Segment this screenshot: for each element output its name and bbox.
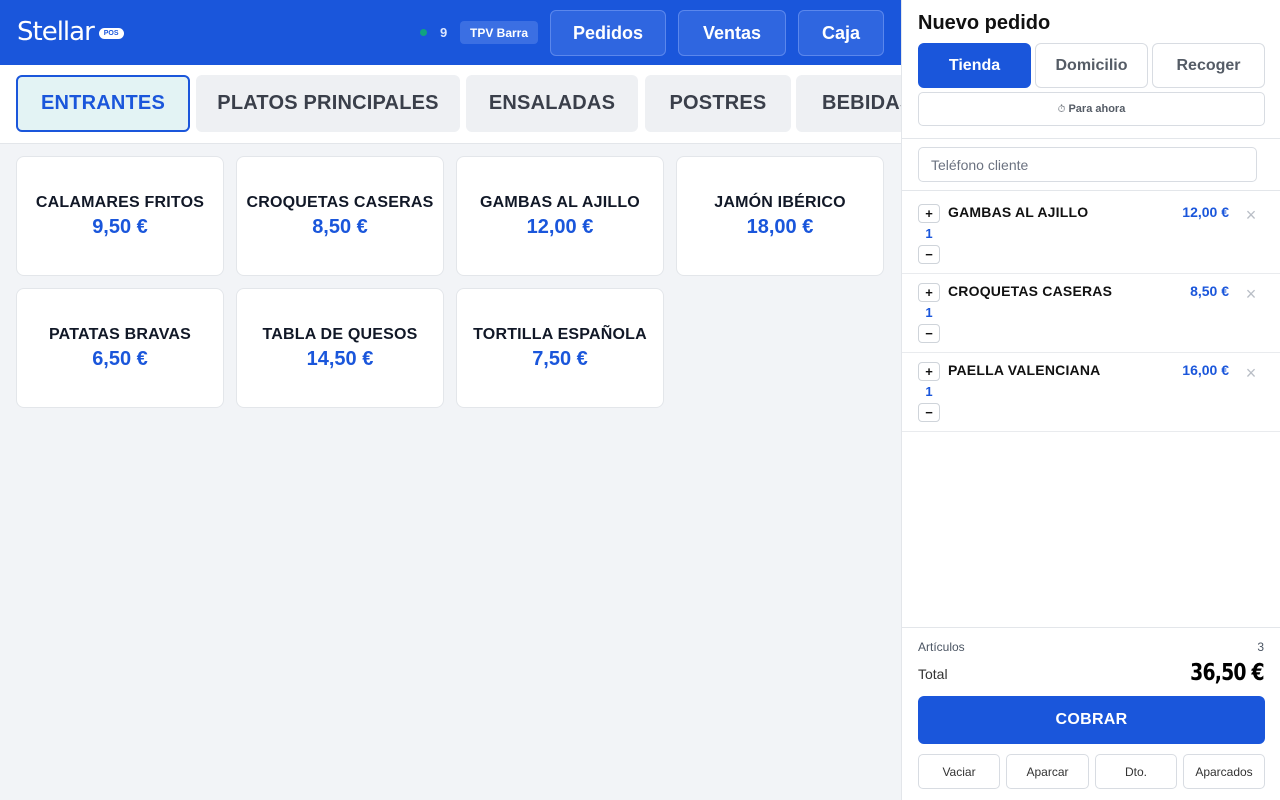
connection-status-dot (420, 29, 427, 36)
order-panel: Nuevo pedido Tienda Domicilio Recoger ⏱ … (901, 0, 1280, 800)
product-name: TABLA DE QUESOS (262, 325, 418, 343)
remove-item-icon[interactable]: × (1243, 284, 1259, 304)
divider (902, 190, 1280, 191)
category-tab-postres[interactable]: POSTRES (645, 75, 791, 132)
product-name: JAMÓN IBÉRICO (714, 193, 846, 211)
item-price: 12,00 € (1182, 204, 1229, 220)
parked-orders-button[interactable]: Aparcados (1183, 754, 1265, 789)
nav-caja-button[interactable]: Caja (798, 10, 884, 56)
order-count: 9 (440, 25, 448, 40)
qty-value: 1 (925, 305, 933, 320)
qty-value: 1 (925, 384, 933, 399)
divider (902, 627, 1280, 628)
product-card[interactable]: TABLA DE QUESOS 14,50 € (236, 288, 444, 408)
schedule-button[interactable]: ⏱ Para ahora (918, 92, 1265, 126)
logo-text: Stellar (17, 17, 95, 47)
item-price: 16,00 € (1182, 362, 1229, 378)
product-card[interactable]: JAMÓN IBÉRICO 18,00 € (676, 156, 884, 276)
nav-ventas-button[interactable]: Ventas (678, 10, 786, 56)
product-card[interactable]: CALAMARES FRITOS 9,50 € (16, 156, 224, 276)
articles-label: Artículos (918, 640, 965, 654)
product-name: GAMBAS AL AJILLO (480, 193, 640, 211)
product-card[interactable]: CROQUETAS CASERAS 8,50 € (236, 156, 444, 276)
category-tab-entrantes[interactable]: ENTRANTES (16, 75, 190, 132)
product-card[interactable]: GAMBAS AL AJILLO 12,00 € (456, 156, 664, 276)
clear-order-button[interactable]: Vaciar (918, 754, 1000, 789)
order-line-item: + 1 − PAELLA VALENCIANA 16,00 € × (902, 353, 1280, 432)
item-name: GAMBAS AL AJILLO (948, 204, 1089, 220)
product-price: 8,50 € (312, 215, 368, 238)
item-name: PAELLA VALENCIANA (948, 362, 1101, 378)
product-card[interactable]: PATATAS BRAVAS 6,50 € (16, 288, 224, 408)
category-tab-bebidas[interactable]: BEBIDAS (796, 75, 901, 132)
item-name: CROQUETAS CASERAS (948, 283, 1113, 299)
category-bar: ENTRANTES PLATOS PRINCIPALES ENSALADAS P… (0, 65, 901, 144)
top-header: Stellar POS 9 TPV Barra Pedidos Ventas C… (0, 0, 901, 65)
logo-badge: POS (98, 27, 124, 39)
order-line-item: + 1 − GAMBAS AL AJILLO 12,00 € × (902, 195, 1280, 274)
qty-decrease-button[interactable]: − (918, 245, 940, 264)
item-price: 8,50 € (1190, 283, 1229, 299)
product-name: CALAMARES FRITOS (35, 193, 205, 211)
customer-phone-input[interactable] (918, 147, 1257, 182)
product-price: 6,50 € (92, 347, 148, 370)
qty-increase-button[interactable]: + (918, 283, 940, 302)
product-price: 9,50 € (92, 215, 148, 238)
category-tab-platos-principales[interactable]: PLATOS PRINCIPALES (196, 75, 460, 132)
qty-increase-button[interactable]: + (918, 204, 940, 223)
nav-pedidos-button[interactable]: Pedidos (550, 10, 666, 56)
product-name: TORTILLA ESPAÑOLA (473, 325, 647, 343)
product-price: 7,50 € (532, 347, 588, 370)
product-name: CROQUETAS CASERAS (246, 193, 434, 211)
pay-button[interactable]: COBRAR (918, 696, 1265, 744)
product-price: 12,00 € (526, 215, 594, 238)
total-label: Total (918, 666, 948, 682)
remove-item-icon[interactable]: × (1243, 363, 1259, 383)
order-title: Nuevo pedido (918, 12, 1051, 34)
clock-icon: ⏱ (1057, 103, 1066, 115)
total-value: 36,50 € (1190, 660, 1264, 686)
product-name: PATATAS BRAVAS (48, 325, 192, 343)
remove-item-icon[interactable]: × (1243, 205, 1259, 225)
terminal-badge[interactable]: TPV Barra (460, 21, 539, 44)
order-line-item: + 1 − CROQUETAS CASERAS 8,50 € × (902, 274, 1280, 353)
articles-count: 3 (1257, 640, 1264, 654)
category-tab-ensaladas[interactable]: ENSALADAS (466, 75, 638, 132)
app-logo: Stellar POS (17, 17, 124, 47)
divider (902, 138, 1280, 139)
park-order-button[interactable]: Aparcar (1006, 754, 1089, 789)
discount-button[interactable]: Dto. (1095, 754, 1177, 789)
qty-increase-button[interactable]: + (918, 362, 940, 381)
mode-recoger-button[interactable]: Recoger (1152, 43, 1265, 88)
schedule-label: Para ahora (1068, 103, 1126, 115)
qty-value: 1 (925, 226, 933, 241)
qty-decrease-button[interactable]: − (918, 403, 940, 422)
product-price: 18,00 € (746, 215, 814, 238)
mode-tienda-button[interactable]: Tienda (918, 43, 1031, 88)
qty-decrease-button[interactable]: − (918, 324, 940, 343)
product-price: 14,50 € (306, 347, 374, 370)
mode-domicilio-button[interactable]: Domicilio (1035, 43, 1148, 88)
product-card[interactable]: TORTILLA ESPAÑOLA 7,50 € (456, 288, 664, 408)
